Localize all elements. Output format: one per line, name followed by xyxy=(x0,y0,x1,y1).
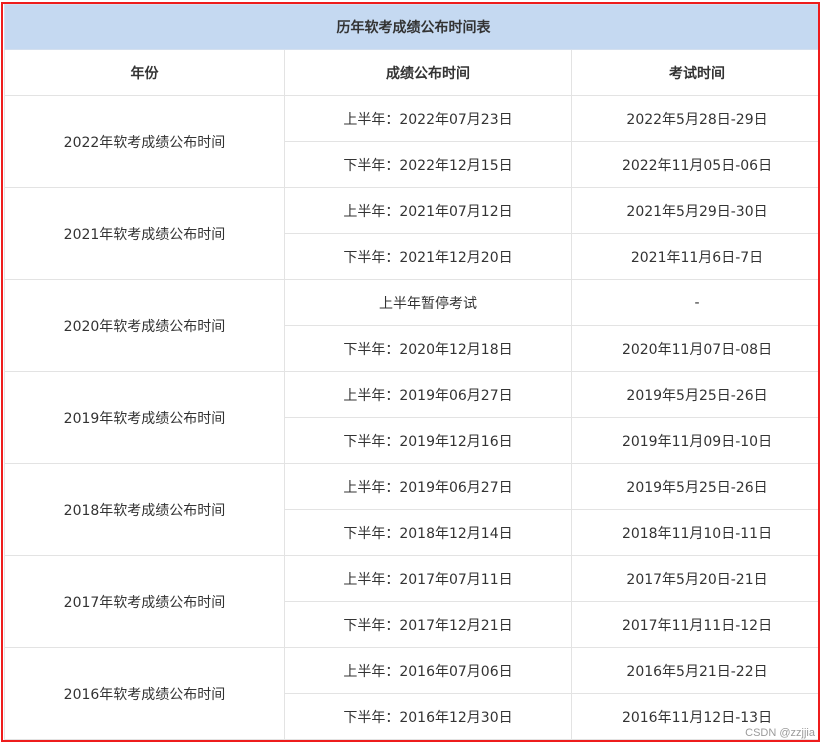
publish-time-cell: 下半年：2016年12月30日 xyxy=(284,693,572,740)
publish-time-cell: 下半年：2022年12月15日 xyxy=(284,141,572,188)
publish-time-cell: 上半年：2016年07月06日 xyxy=(284,647,572,694)
exam-time-cell: 2017年5月20日-21日 xyxy=(570,555,818,602)
publish-time-cell: 上半年暂停考试 xyxy=(284,279,572,326)
exam-time-cell: 2018年11月10日-11日 xyxy=(570,509,818,556)
table-row: 2019年软考成绩公布时间 上半年：2019年06月27日 2019年5月25日-2… xyxy=(4,371,818,464)
header-exam-time: 考试时间 xyxy=(570,49,818,96)
table-row: 2022年软考成绩公布时间 上半年：2022年07月23日 2022年5月28日-2… xyxy=(4,95,818,188)
table-title: 历年软考成绩公布时间表 xyxy=(3,4,818,50)
highlight-frame: 历年软考成绩公布时间表 年份 成绩公布时间 考试时间 2022年软考成绩公布时间… xyxy=(1,2,820,742)
publish-time-cell: 下半年：2018年12月14日 xyxy=(284,509,572,556)
exam-time-cell: 2021年11月6日-7日 xyxy=(570,233,818,280)
header-publish-time: 成绩公布时间 xyxy=(284,49,572,96)
year-cell: 2020年软考成绩公布时间 xyxy=(4,279,285,372)
publish-time-cell: 上半年：2022年07月23日 xyxy=(284,95,572,142)
year-cell: 2016年软考成绩公布时间 xyxy=(4,647,285,740)
year-cell: 2019年软考成绩公布时间 xyxy=(4,371,285,464)
year-cell: 2021年软考成绩公布时间 xyxy=(4,187,285,280)
publish-time-cell: 上半年：2019年06月27日 xyxy=(284,463,572,510)
table-header-row: 年份 成绩公布时间 考试时间 xyxy=(4,49,818,96)
publish-time-cell: 下半年：2019年12月16日 xyxy=(284,417,572,464)
publish-time-cell: 下半年：2020年12月18日 xyxy=(284,325,572,372)
exam-time-cell: 2022年11月05日-06日 xyxy=(570,141,818,188)
exam-time-cell: 2022年5月28日-29日 xyxy=(570,95,818,142)
table-row: 2017年软考成绩公布时间 上半年：2017年07月11日 2017年5月20日-2… xyxy=(4,555,818,648)
year-cell: 2022年软考成绩公布时间 xyxy=(4,95,285,188)
publish-time-cell: 上半年：2017年07月11日 xyxy=(284,555,572,602)
publish-time-cell: 下半年：2021年12月20日 xyxy=(284,233,572,280)
exam-time-cell: 2017年11月11日-12日 xyxy=(570,601,818,648)
exam-time-cell: 2019年5月25日-26日 xyxy=(570,371,818,418)
table-row: 2016年软考成绩公布时间 上半年：2016年07月06日 2016年5月21日-2… xyxy=(4,647,818,740)
exam-time-cell: 2019年5月25日-26日 xyxy=(570,463,818,510)
table-row: 2020年软考成绩公布时间 上半年暂停考试 - xyxy=(4,279,818,372)
score-schedule-table: 历年软考成绩公布时间表 年份 成绩公布时间 考试时间 2022年软考成绩公布时间… xyxy=(3,4,818,740)
publish-time-cell: 上半年：2019年06月27日 xyxy=(284,371,572,418)
publish-time-cell: 下半年：2017年12月21日 xyxy=(284,601,572,648)
exam-time-cell: 2020年11月07日-08日 xyxy=(570,325,818,372)
exam-time-cell: 2016年5月21日-22日 xyxy=(570,647,818,694)
exam-time-cell: 2021年5月29日-30日 xyxy=(570,187,818,234)
year-cell: 2018年软考成绩公布时间 xyxy=(4,463,285,556)
watermark: CSDN @zzjjia xyxy=(745,727,815,739)
table-title-row: 历年软考成绩公布时间表 xyxy=(3,4,818,50)
year-cell: 2017年软考成绩公布时间 xyxy=(4,555,285,648)
table-row: 2021年软考成绩公布时间 上半年：2021年07月12日 2021年5月29日-3… xyxy=(4,187,818,280)
table-row: 2018年软考成绩公布时间 上半年：2019年06月27日 2019年5月25日-2… xyxy=(4,463,818,556)
header-year: 年份 xyxy=(4,49,285,96)
table-body: 2022年软考成绩公布时间 上半年：2022年07月23日 2022年5月28日-2… xyxy=(4,95,818,740)
exam-time-cell: 2019年11月09日-10日 xyxy=(570,417,818,464)
publish-time-cell: 上半年：2021年07月12日 xyxy=(284,187,572,234)
exam-time-cell: - xyxy=(570,279,818,326)
